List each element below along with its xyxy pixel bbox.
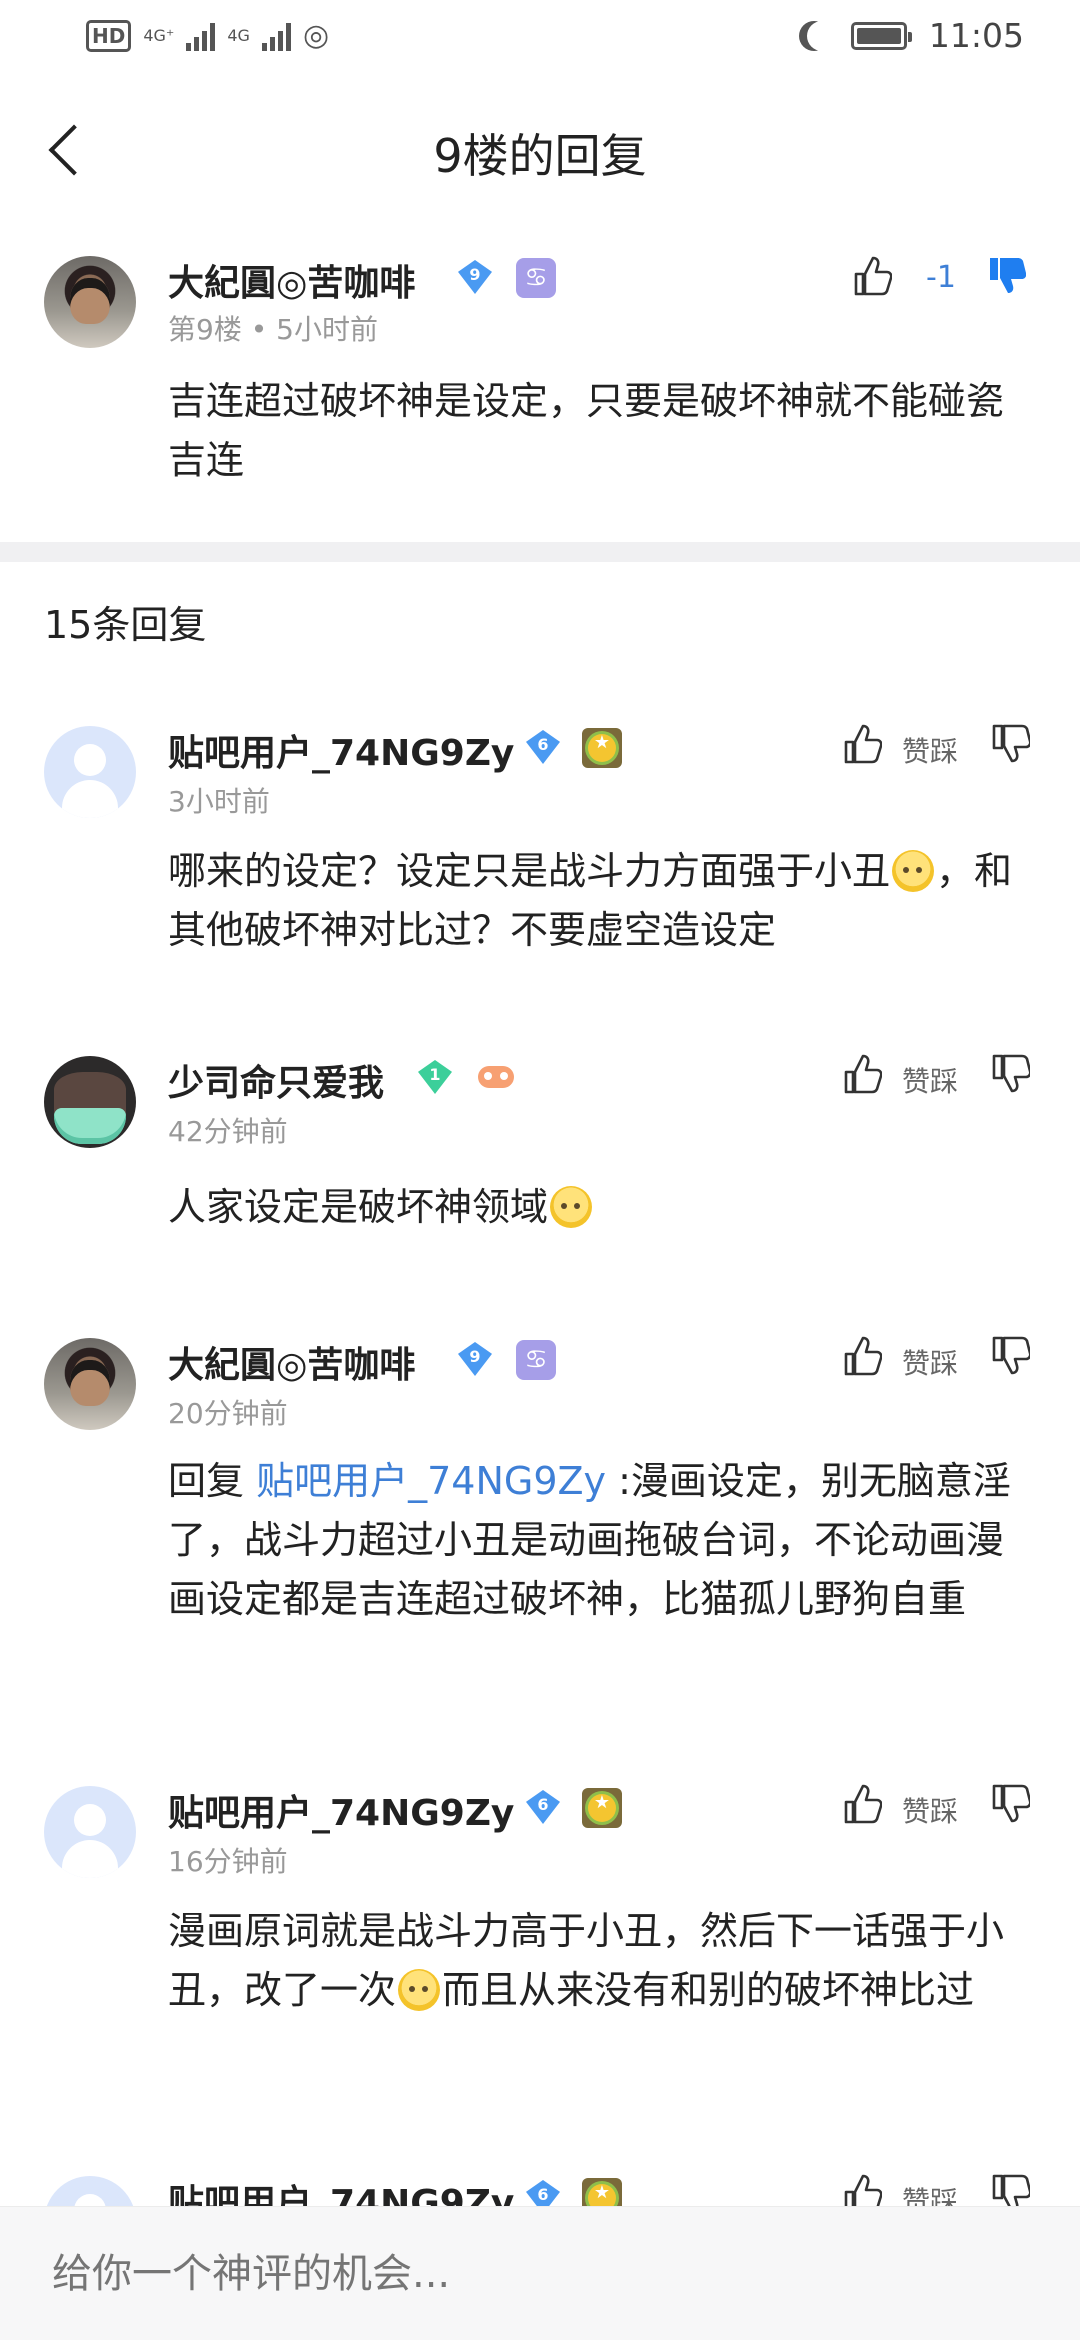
thumb-up-icon[interactable] [842,722,883,766]
gamepad-icon [476,1056,516,1096]
section-divider [0,542,1080,562]
network-type-label-2: 4G [227,25,250,45]
vote-label: 赞踩 [902,735,959,768]
cancer-zodiac-icon: ♋ [516,258,556,298]
sweat-emoji-icon [550,1186,593,1228]
reply-time: 3小时前 [168,785,270,818]
status-bar: HD 4G⁺ 4G ◎ 11:05 [0,0,1080,80]
reply-content: 哪来的设定？设定只是战斗力方面强于小丑 ，和其他破坏神对比过？不要虚空造设定 [168,849,1013,952]
level-badge-icon: 9 [458,1342,492,1376]
thumb-down-icon[interactable] [990,1052,1032,1096]
avatar[interactable] [44,256,136,348]
post-meta: 第9楼 • 5小时前 [168,313,378,346]
reply-username[interactable]: 贴吧用户_74NG9Zy [168,724,514,776]
avatar[interactable] [44,1786,136,1878]
signal-bars-icon-2 [261,21,291,51]
reply-username[interactable]: 贴吧用户_74NG9Zy [168,1784,514,1836]
post-content: 吉连超过破坏神是设定，只要是破坏神就不能碰瓷吉连 [168,379,1005,482]
cancer-zodiac-icon: ♋ [516,1340,556,1380]
vote-label: 赞踩 [902,1065,959,1098]
level-badge-icon: 1 [418,1060,452,1094]
medal-icon [582,728,622,768]
thumb-down-icon[interactable] [990,1334,1032,1378]
avatar[interactable] [44,1338,136,1430]
hotspot-icon: ◎ [302,18,330,53]
avatar[interactable] [44,1056,136,1148]
reply-content: 漫画原词就是战斗力高于小丑，然后下一话强于小丑，改了一次 而且从来没有和别的破坏神… [168,1909,1005,2012]
comment-input[interactable] [0,2207,1080,2340]
reply-time: 42分钟前 [168,1115,288,1148]
status-left: HD 4G⁺ 4G ◎ [86,18,329,53]
clock: 11:05 [928,16,1024,55]
page-title: 9楼的回复 [433,129,647,183]
thumb-up-icon[interactable] [842,1334,883,1378]
network-type-label: 4G⁺ [143,25,175,45]
battery-icon [850,21,912,50]
level-badge-icon: 9 [458,260,492,294]
sweat-emoji-icon [892,850,935,892]
reply-content: 回复 贴吧用户_74NG9Zy :漫画设定，别无脑意淫了，战斗力超过小丑是动画拖… [168,1459,1011,1621]
level-badge-icon: 6 [526,1790,560,1824]
top-nav: 9楼的回复 [0,100,1080,200]
reply-time: 20分钟前 [168,1397,288,1430]
vote-count: -1 [926,260,956,295]
sweat-emoji-icon [398,1969,441,2011]
comment-bar [0,2206,1080,2340]
hd-icon: HD [86,19,132,52]
post-username[interactable]: 大紀圓◎苦咖啡 [168,254,415,306]
moon-icon [807,21,837,51]
level-badge-icon: 6 [526,730,560,764]
thumb-up-icon[interactable] [842,1782,883,1826]
thumb-down-icon[interactable] [990,1782,1032,1826]
vote-label: 赞踩 [902,1347,959,1380]
vote-label: 赞踩 [902,1795,959,1828]
medal-icon [582,1788,622,1828]
signal-bars-icon [186,21,216,51]
reply-content: 人家设定是破坏神领域 [168,1178,1038,1237]
mentioned-user-link[interactable]: 贴吧用户_74NG9Zy [256,1459,606,1503]
reply-time: 16分钟前 [168,1845,288,1878]
thumb-up-icon[interactable] [842,1052,883,1096]
reply-username[interactable]: 少司命只爱我 [168,1054,384,1106]
thumb-down-icon[interactable] [990,722,1032,766]
thumb-up-icon[interactable] [852,254,893,298]
reply-username[interactable]: 大紀圓◎苦咖啡 [168,1336,415,1388]
avatar[interactable] [44,726,136,818]
reply-count: 15条回复 [44,603,207,647]
thumb-down-active-icon[interactable] [986,254,1027,298]
status-right: 11:05 [799,16,1024,55]
